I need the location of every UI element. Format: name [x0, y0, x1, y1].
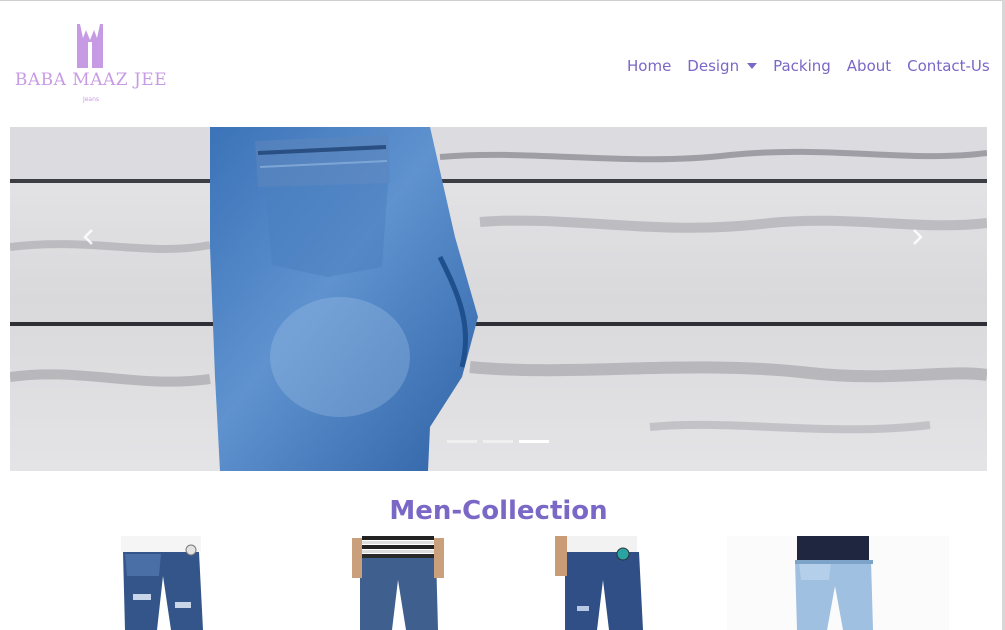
- striped-shirt-jeans-photo-icon: [348, 536, 448, 630]
- product-row: [0, 536, 997, 630]
- brand-tagline: Jeans: [82, 96, 100, 103]
- hero-slide-image: [10, 127, 987, 471]
- brand-name: BABA MAAZ JEE: [14, 70, 168, 90]
- brand-logo[interactable]: BABA MAAZ JEE Jeans: [14, 24, 168, 108]
- product-card[interactable]: [727, 536, 949, 630]
- nav-about[interactable]: About: [847, 57, 891, 75]
- top-border: [0, 0, 1005, 1]
- carousel-indicator-active[interactable]: [519, 440, 549, 443]
- chevron-right-icon: [913, 229, 923, 245]
- product-card[interactable]: [348, 536, 448, 630]
- nav-packing[interactable]: Packing: [773, 57, 831, 75]
- ripped-jeans-photo-icon: [113, 536, 209, 630]
- logo-mark-icon: [77, 24, 103, 68]
- nav-contact-us[interactable]: Contact-Us: [907, 57, 990, 75]
- nav-design[interactable]: Design: [687, 57, 758, 75]
- carousel-next-button[interactable]: [900, 222, 940, 252]
- main-nav: Home Design Packing About Contact-Us: [627, 54, 990, 78]
- light-wash-jeans-photo-icon: [727, 536, 949, 630]
- carousel-indicator[interactable]: [447, 440, 477, 443]
- section-title: Men-Collection: [389, 496, 608, 526]
- product-card[interactable]: [113, 536, 209, 630]
- product-card[interactable]: [553, 536, 649, 630]
- carousel-prev-button[interactable]: [70, 222, 110, 252]
- carousel-indicator[interactable]: [483, 440, 513, 443]
- caret-down-icon: [747, 63, 758, 69]
- distressed-jeans-photo-icon: [553, 536, 649, 630]
- chevron-left-icon: [83, 229, 93, 245]
- nav-design-label: Design: [687, 57, 740, 75]
- carousel-indicators: [447, 440, 555, 443]
- nav-home[interactable]: Home: [627, 57, 671, 75]
- hero-carousel: [10, 127, 987, 471]
